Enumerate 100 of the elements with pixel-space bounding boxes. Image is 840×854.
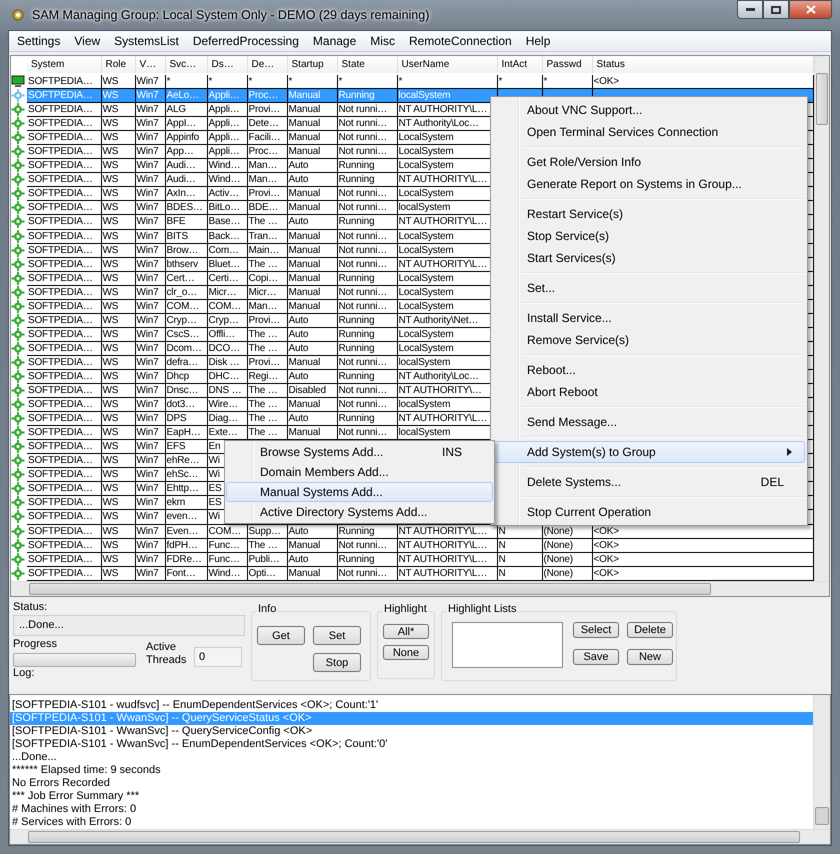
table-cell: fdPH… — [166, 538, 198, 552]
column-header[interactable]: State — [337, 56, 397, 74]
log-line[interactable]: [SOFTPEDIA-S101 - WwanSvc] -- QueryServiceConfig <OK> — [10, 725, 813, 738]
menu-item[interactable]: Domain Members Add... — [226, 462, 493, 482]
table-cell: Appli… — [208, 89, 240, 102]
table-cell: AxIn… — [166, 187, 196, 200]
menu-item[interactable]: Remove Service(s) — [493, 329, 805, 351]
table-cell: Win7 — [136, 524, 158, 538]
horizontal-scrollbar[interactable] — [10, 829, 830, 844]
menu-item[interactable]: Manage — [306, 34, 364, 48]
menu-item[interactable]: Misc — [363, 34, 402, 48]
table-cell: Manual — [288, 89, 320, 102]
table-cell: Manual — [288, 201, 320, 214]
column-header[interactable]: Role — [101, 56, 135, 74]
log-line[interactable]: # Services with Errors: 0 — [10, 816, 813, 829]
list-button[interactable]: Select — [573, 622, 619, 638]
column-header[interactable]: V… — [135, 56, 165, 74]
log-line[interactable]: ...Done... — [10, 751, 813, 764]
table-cell: Win7 — [136, 145, 158, 158]
log-line[interactable]: No Errors Recorded — [10, 777, 813, 790]
menu-item[interactable]: Open Terminal Services Connection — [493, 121, 805, 143]
column-header[interactable]: System — [27, 56, 101, 74]
column-header[interactable]: Passwd — [542, 56, 592, 74]
menu-item[interactable]: Generate Report on Systems in Group... — [493, 173, 805, 195]
list-button[interactable]: Save — [573, 649, 619, 665]
table-cell: Auto — [288, 328, 308, 340]
log-line[interactable]: [SOFTPEDIA-S101 - wudfsvc] -- EnumDependentServices <OK>; Count:'1' — [10, 699, 813, 712]
table-cell: Running — [338, 272, 374, 284]
get-button[interactable]: Get — [257, 626, 305, 645]
table-cell: ekrn — [166, 496, 186, 509]
table-cell: Win7 — [136, 187, 158, 200]
table-cell: <OK> — [594, 76, 619, 88]
menu-item[interactable]: Stop Service(s) — [493, 225, 805, 247]
log-line[interactable]: ****** Elapsed time: 9 seconds — [10, 764, 813, 777]
table-cell: Appli… — [208, 131, 240, 144]
vertical-scrollbar[interactable] — [814, 56, 829, 581]
menu-item[interactable]: Reboot... — [493, 359, 805, 381]
column-header[interactable]: Status — [592, 56, 813, 74]
menu-item[interactable]: Add System(s) to Group — [493, 441, 805, 463]
table-cell: WS — [102, 384, 118, 397]
table-cell: WS — [102, 356, 118, 368]
minimize-button[interactable] — [737, 0, 763, 19]
highlight-button[interactable]: All* — [383, 624, 429, 639]
table-cell: Win7 — [136, 496, 158, 509]
column-header[interactable]: De… — [247, 56, 287, 74]
log-line[interactable]: [SOFTPEDIA-S101 - WwanSvc] -- EnumDependentServices <OK>; Count:'0' — [10, 738, 813, 751]
table-cell: Win7 — [136, 384, 158, 397]
highlight-button[interactable]: None — [383, 645, 429, 660]
table-cell: LocalSystem — [398, 300, 454, 312]
table-cell: NT AUTHORITY\L… — [398, 566, 487, 580]
table-cell: Not runni… — [338, 300, 388, 312]
table-cell: Disabled — [288, 384, 326, 397]
menu-item[interactable]: Settings — [10, 34, 68, 48]
table-cell: Win7 — [136, 131, 158, 144]
table-cell: clr_o… — [166, 286, 197, 298]
menu-item[interactable]: Stop Current Operation — [493, 501, 805, 523]
column-header[interactable]: Startup — [287, 56, 337, 74]
table-cell: Manual — [288, 538, 320, 552]
stop-button[interactable]: Stop — [313, 653, 361, 672]
menu-item[interactable]: Send Message... — [493, 411, 805, 433]
log-line[interactable]: # Machines with Errors: 0 — [10, 803, 813, 816]
menu-item[interactable]: RemoteConnection — [402, 34, 519, 48]
column-header[interactable]: IntAct — [497, 56, 542, 74]
menu-item[interactable]: Browse Systems Add... INS — [226, 442, 493, 462]
table-cell: COM… — [208, 300, 242, 312]
table-cell: Running — [338, 370, 374, 383]
table-cell: Not runni… — [338, 230, 388, 242]
menu-item[interactable]: Start Services(s) — [493, 247, 805, 269]
menu-item[interactable]: View — [67, 34, 108, 48]
column-header[interactable]: Svc… — [165, 56, 207, 74]
menu-item[interactable]: SystemsList — [107, 34, 186, 48]
list-button[interactable]: Delete — [627, 622, 673, 638]
table-cell: Not runni… — [338, 384, 388, 397]
column-header[interactable]: Ds… — [207, 56, 247, 74]
close-button[interactable] — [789, 0, 832, 19]
table-cell: Cryp… — [166, 314, 197, 326]
table-cell: Running — [338, 314, 374, 326]
menu-item[interactable]: Restart Service(s) — [493, 203, 805, 225]
menu-item[interactable]: Set... — [493, 277, 805, 299]
horizontal-scrollbar[interactable] — [11, 581, 829, 596]
table-cell: Auto — [288, 215, 308, 228]
log-line[interactable]: *** Job Error Summary *** — [10, 790, 813, 803]
column-header[interactable]: UserName — [397, 56, 497, 74]
list-button[interactable]: New — [627, 649, 673, 665]
highlight-list[interactable] — [452, 622, 563, 668]
table-cell: Running — [338, 89, 374, 102]
table-cell: Supp… — [248, 524, 281, 538]
maximize-button[interactable] — [763, 0, 789, 19]
menu-item[interactable]: Active Directory Systems Add... — [226, 502, 493, 522]
menu-item[interactable]: DeferredProcessing — [186, 34, 306, 48]
menu-item[interactable]: Get Role/Version Info — [493, 151, 805, 173]
menu-item[interactable]: Help — [518, 34, 558, 48]
table-cell: Manual — [288, 426, 320, 439]
menu-item[interactable]: Delete Systems... DEL — [493, 471, 805, 493]
table-cell: SOFTPEDIA… — [28, 173, 93, 186]
menu-item[interactable]: Abort Reboot — [493, 381, 805, 403]
menu-item[interactable]: Manual Systems Add... — [226, 482, 493, 502]
menu-item[interactable]: Install Service... — [493, 307, 805, 329]
set-button[interactable]: Set — [313, 626, 361, 645]
vertical-scrollbar[interactable] — [813, 695, 830, 829]
